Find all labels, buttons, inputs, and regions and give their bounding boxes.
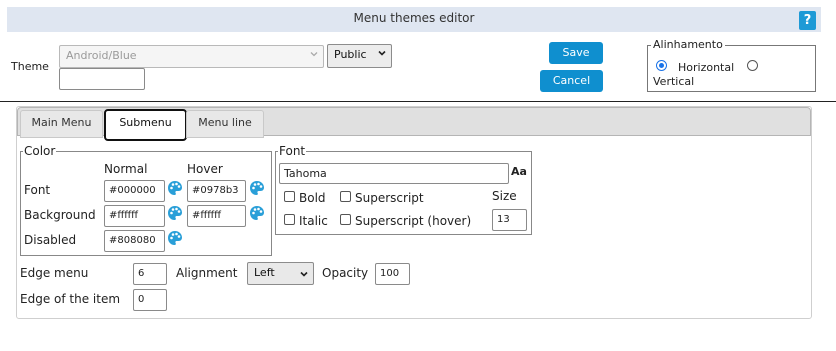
palette-icon[interactable] <box>249 180 265 196</box>
italic-checkbox[interactable] <box>284 214 295 225</box>
superscript-label: Superscript <box>355 191 424 205</box>
color-legend: Color <box>23 144 57 158</box>
vertical-label: Vertical <box>653 75 695 88</box>
edge-item-label: Edge of the item <box>20 292 121 306</box>
palette-icon[interactable] <box>167 205 183 221</box>
visibility-select[interactable]: Public <box>327 44 392 68</box>
window-title: Menu themes editor <box>353 11 475 25</box>
italic-label: Italic <box>299 214 328 228</box>
background-color-label: Background <box>24 208 96 222</box>
vertical-radio[interactable] <box>747 60 758 71</box>
tab-menu-line[interactable]: Menu line <box>186 110 264 138</box>
tab-submenu[interactable]: Submenu <box>104 109 187 141</box>
header-divider <box>0 101 836 102</box>
superscript-hover-checkbox[interactable] <box>340 214 351 225</box>
save-button[interactable]: Save <box>549 42 603 64</box>
font-size-input[interactable]: 13 <box>492 209 527 231</box>
normal-header: Normal <box>104 162 148 176</box>
tab-main-menu[interactable]: Main Menu <box>20 110 103 138</box>
alignment-select-value: Left <box>254 266 275 279</box>
opacity-input[interactable]: 100 <box>375 263 410 285</box>
hover-header: Hover <box>187 162 223 176</box>
palette-icon[interactable] <box>167 180 183 196</box>
horizontal-radio[interactable] <box>656 60 667 71</box>
palette-icon[interactable] <box>249 205 265 221</box>
alignment-fieldset: Alinhamento Horizontal Vertical <box>647 38 816 92</box>
chevron-down-icon <box>300 270 308 278</box>
bold-checkbox[interactable] <box>284 191 295 202</box>
chevron-down-icon <box>310 50 318 58</box>
palette-icon[interactable] <box>167 230 183 246</box>
chevron-down-icon <box>378 49 386 57</box>
edge-menu-label: Edge menu <box>20 266 89 280</box>
font-legend: Font <box>278 144 307 158</box>
disabled-color-label: Disabled <box>24 233 77 247</box>
edge-item-input[interactable]: 0 <box>133 289 167 311</box>
opacity-label: Opacity <box>322 266 369 280</box>
alignment-select[interactable]: Left <box>247 262 314 285</box>
font-hover-color-input[interactable]: #0978b3 <box>187 180 246 202</box>
font-normal-color-input[interactable]: #000000 <box>104 180 165 202</box>
font-family-input[interactable]: Tahoma <box>279 163 509 184</box>
font-picker-icon[interactable]: Aa <box>511 165 527 178</box>
theme-select-value: Android/Blue <box>66 49 137 62</box>
theme-select[interactable]: Android/Blue <box>59 45 324 68</box>
size-label: Size <box>492 189 517 203</box>
background-normal-color-input[interactable]: #ffffff <box>104 205 165 227</box>
theme-name-input[interactable] <box>59 68 145 90</box>
edge-menu-input[interactable]: 6 <box>133 263 167 285</box>
title-bar: Menu themes editor ? <box>7 7 821 32</box>
disabled-normal-color-input[interactable]: #808080 <box>104 230 165 252</box>
help-button[interactable]: ? <box>799 11 816 30</box>
bold-label: Bold <box>299 191 326 205</box>
visibility-select-value: Public <box>334 48 367 61</box>
cancel-button[interactable]: Cancel <box>540 70 603 92</box>
alignment-label: Alignment <box>176 266 238 280</box>
horizontal-label: Horizontal <box>678 61 735 74</box>
superscript-checkbox[interactable] <box>340 191 351 202</box>
font-color-label: Font <box>24 183 51 197</box>
alignment-legend: Alinhamento <box>651 38 725 51</box>
theme-label: Theme <box>11 60 49 73</box>
background-hover-color-input[interactable]: #ffffff <box>187 205 246 227</box>
superscript-hover-label: Superscript (hover) <box>355 214 472 228</box>
